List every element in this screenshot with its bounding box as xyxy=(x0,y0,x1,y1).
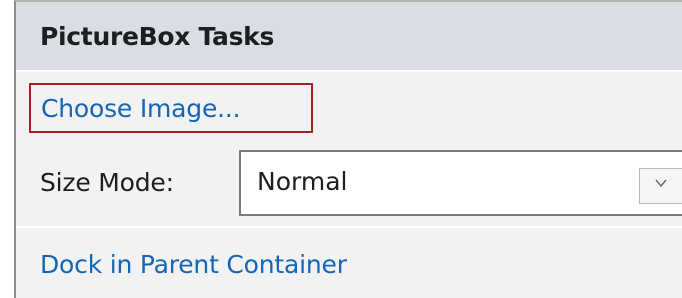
divider xyxy=(16,226,682,228)
panel-header: PictureBox Tasks xyxy=(16,2,682,72)
dock-in-parent-link[interactable]: Dock in Parent Container xyxy=(40,250,347,279)
panel-title: PictureBox Tasks xyxy=(40,22,275,51)
size-mode-select[interactable]: Normal xyxy=(239,150,682,216)
size-mode-dropdown-button[interactable] xyxy=(639,168,682,204)
size-mode-label: Size Mode: xyxy=(40,168,174,197)
choose-image-highlight: Choose Image... xyxy=(29,83,313,133)
smart-tag-panel: PictureBox Tasks Choose Image... Size Mo… xyxy=(14,0,682,298)
size-mode-value: Normal xyxy=(257,167,348,196)
choose-image-link[interactable]: Choose Image... xyxy=(41,94,241,123)
chevron-down-icon xyxy=(655,179,667,188)
